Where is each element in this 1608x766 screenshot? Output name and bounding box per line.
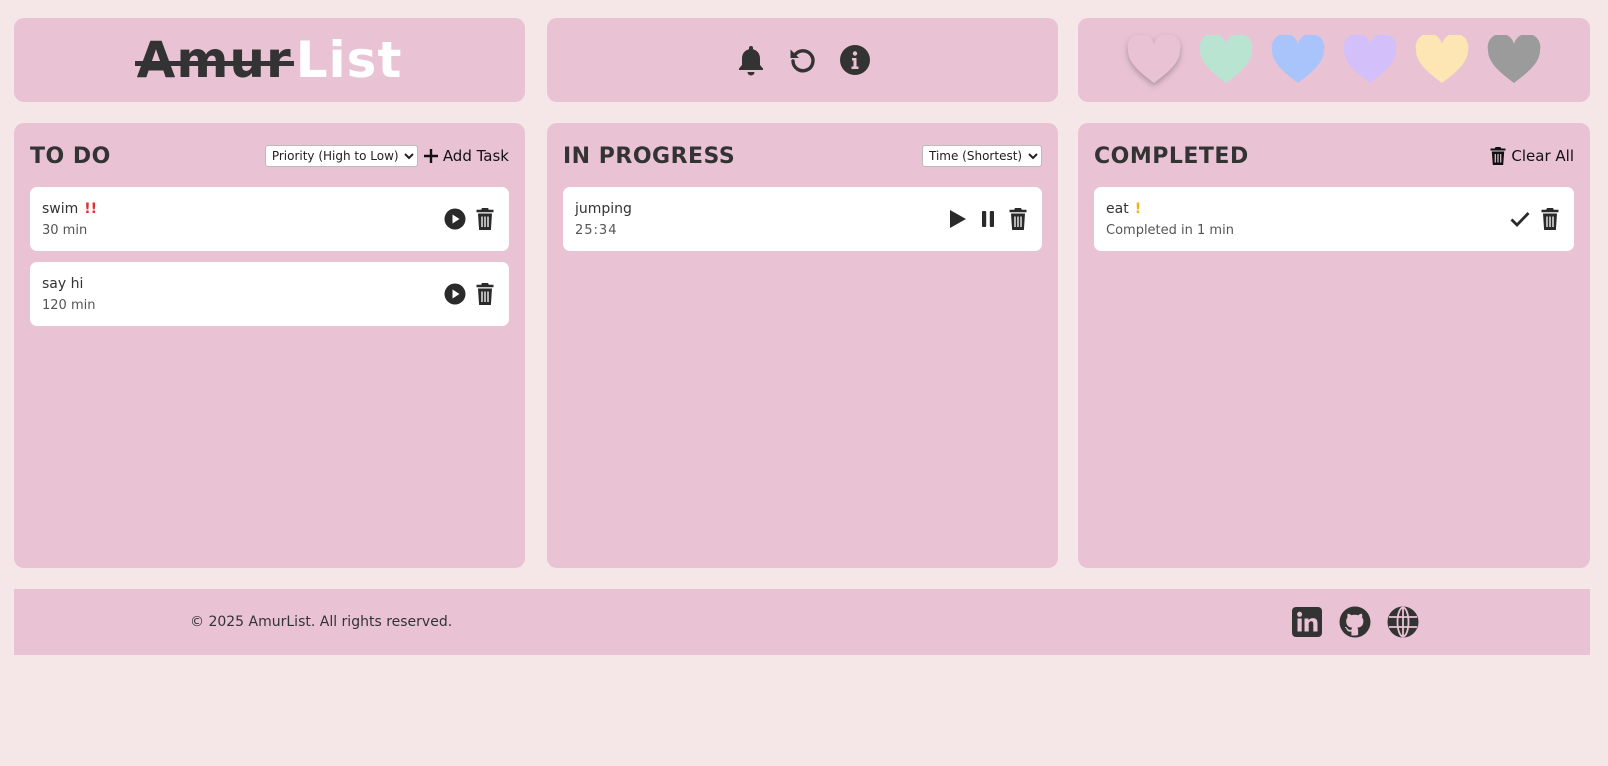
logo-strike-text: Amur <box>134 31 294 89</box>
heart-yellow-icon[interactable] <box>1413 34 1471 86</box>
heart-mint-icon[interactable] <box>1197 34 1255 86</box>
todo-task-card[interactable]: swim!! 30 min <box>30 187 509 251</box>
logo-plain-text: List <box>295 31 403 89</box>
footer: © 2025 AmurList. All rights reserved. <box>14 589 1590 655</box>
info-icon[interactable] <box>838 43 872 77</box>
heart-lavender-icon[interactable] <box>1341 34 1399 86</box>
delete-task-button[interactable] <box>473 282 497 306</box>
completed-column: COMPLETED Clear All eat! Completed in 1 m… <box>1078 123 1590 568</box>
in-progress-title: IN PROGRESS <box>563 143 736 169</box>
todo-column: TO DO Priority (High to Low) Add Task sw… <box>14 123 525 568</box>
resume-task-button[interactable] <box>946 207 970 231</box>
pause-task-button[interactable] <box>976 207 1000 231</box>
trash-icon <box>1490 147 1506 165</box>
theme-picker <box>1078 18 1590 102</box>
task-name: jumping <box>575 200 632 217</box>
heart-blue-icon[interactable] <box>1269 34 1327 86</box>
task-timer: 25:34 <box>575 222 618 238</box>
start-task-button[interactable] <box>443 282 467 306</box>
in-progress-list: jumping 25:34 <box>563 187 1042 251</box>
globe-icon[interactable] <box>1386 605 1420 639</box>
task-name: swim!! <box>42 200 98 217</box>
task-completion-time: Completed in 1 min <box>1106 222 1234 238</box>
completed-task-card[interactable]: eat! Completed in 1 min <box>1094 187 1574 251</box>
in-progress-sort-select[interactable]: Time (Shortest) <box>922 145 1042 167</box>
todo-task-card[interactable]: say hi 120 min <box>30 262 509 326</box>
task-duration: 120 min <box>42 297 96 313</box>
completed-check-button[interactable] <box>1508 207 1532 231</box>
todo-list: swim!! 30 min say hi 120 min <box>30 187 509 326</box>
todo-title: TO DO <box>30 143 111 169</box>
heart-gray-icon[interactable] <box>1485 34 1543 86</box>
task-name: say hi <box>42 275 84 292</box>
clear-all-button[interactable]: Clear All <box>1490 147 1574 165</box>
linkedin-icon[interactable] <box>1290 605 1324 639</box>
todo-sort-select[interactable]: Priority (High to Low) <box>264 145 418 167</box>
bell-icon[interactable] <box>734 43 768 77</box>
completed-title: COMPLETED <box>1094 143 1249 169</box>
priority-badge: !! <box>84 200 98 217</box>
task-duration: 30 min <box>42 222 88 238</box>
heart-pink-icon[interactable] <box>1125 34 1183 86</box>
task-name: eat! <box>1106 200 1142 217</box>
delete-task-button[interactable] <box>473 207 497 231</box>
add-task-button[interactable]: Add Task <box>423 147 509 165</box>
add-task-label: Add Task <box>442 147 509 165</box>
github-icon[interactable] <box>1338 605 1372 639</box>
in-progress-task-card[interactable]: jumping 25:34 <box>563 187 1042 251</box>
completed-list: eat! Completed in 1 min <box>1094 187 1574 251</box>
copyright-text: © 2025 AmurList. All rights reserved. <box>190 614 453 630</box>
delete-task-button[interactable] <box>1006 207 1030 231</box>
start-task-button[interactable] <box>443 207 467 231</box>
undo-icon[interactable] <box>786 43 820 77</box>
app-logo: Amur List <box>134 31 403 89</box>
header-actions <box>547 18 1058 102</box>
delete-task-button[interactable] <box>1538 207 1562 231</box>
plus-icon <box>423 149 438 163</box>
priority-badge: ! <box>1134 200 1142 217</box>
clear-all-label: Clear All <box>1511 147 1574 165</box>
in-progress-column: IN PROGRESS Time (Shortest) jumping 25:34 <box>547 123 1058 568</box>
logo-panel: Amur List <box>14 18 525 102</box>
